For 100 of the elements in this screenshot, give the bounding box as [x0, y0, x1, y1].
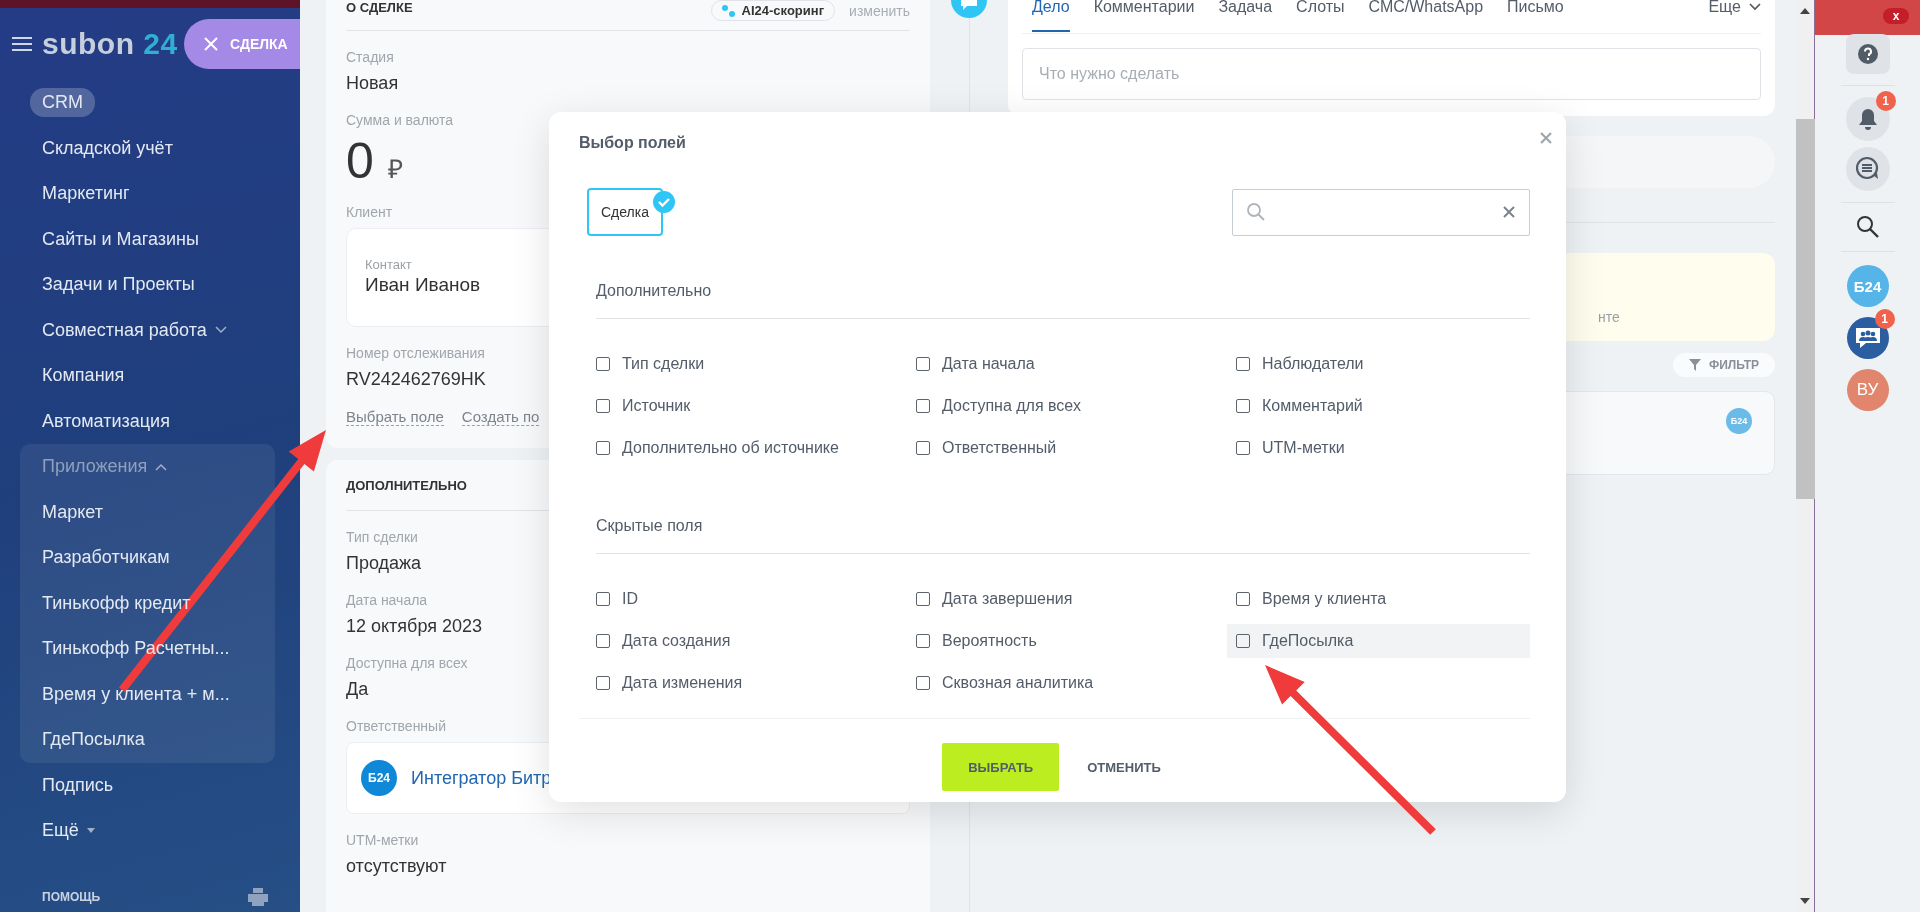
- tab[interactable]: Задача: [1218, 0, 1273, 20]
- field-label: Ответственный: [346, 718, 446, 734]
- count-badge: 1: [1874, 309, 1895, 329]
- checkbox[interactable]: [916, 592, 930, 606]
- menu-icon[interactable]: [12, 36, 32, 52]
- checkbox[interactable]: [596, 399, 610, 413]
- field-option[interactable]: Время у клиента: [1227, 582, 1530, 616]
- menu-item[interactable]: Маркетинг: [42, 183, 130, 205]
- checkbox[interactable]: [596, 592, 610, 606]
- scroll-down-icon[interactable]: [1800, 898, 1810, 904]
- field-label: UTM-метки: [346, 832, 419, 848]
- field-option[interactable]: Ответственный: [907, 431, 1227, 465]
- checkbox[interactable]: [916, 399, 930, 413]
- menu-item[interactable]: Подпись: [42, 774, 114, 796]
- field-label: Клиент: [346, 204, 393, 220]
- field-option[interactable]: Доступна для всех: [907, 389, 1227, 423]
- chat-button[interactable]: [1845, 147, 1890, 191]
- tab[interactable]: СМС/WhatsApp: [1368, 0, 1484, 20]
- help-button[interactable]: [1845, 34, 1890, 74]
- chat-icon: [951, 0, 987, 18]
- field-label: Дата начала: [346, 592, 428, 608]
- field-option[interactable]: Тип сделки: [587, 347, 907, 381]
- scroll-up-icon[interactable]: [1800, 8, 1810, 14]
- menu-item[interactable]: Сайты и Магазины: [42, 228, 199, 250]
- close-icon: [204, 37, 218, 51]
- menu-item[interactable]: Складской учёт: [42, 137, 173, 159]
- nodes-icon: [721, 4, 736, 17]
- field-option[interactable]: UTM-метки: [1227, 431, 1530, 465]
- cancel-button[interactable]: ОТМЕНИТЬ: [1081, 743, 1167, 791]
- tab[interactable]: Письмо: [1507, 0, 1564, 20]
- field-option[interactable]: Дополнительно об источнике: [587, 431, 907, 465]
- menu-item[interactable]: Совместная работа: [42, 319, 207, 341]
- notification-button[interactable]: [1845, 97, 1890, 141]
- menu-item[interactable]: ГдеПосылка: [42, 729, 145, 751]
- field-option[interactable]: Сквозная аналитика: [907, 666, 1227, 700]
- field-label: Тип сделки: [346, 529, 418, 545]
- printer-icon[interactable]: [248, 888, 268, 906]
- field-value: Новая: [346, 73, 399, 94]
- menu-item[interactable]: Ещё: [42, 820, 79, 842]
- menu-item[interactable]: Автоматизация: [42, 410, 170, 432]
- chat-list-icon: [1854, 156, 1881, 182]
- close-icon[interactable]: [1540, 132, 1552, 144]
- field-option[interactable]: Вероятность: [907, 624, 1227, 658]
- section-heading: Дополнительно: [596, 282, 1530, 319]
- tab[interactable]: Дело: [1032, 0, 1070, 32]
- select-button[interactable]: ВЫБРАТЬ: [942, 743, 1060, 791]
- chevron-icon: [1749, 3, 1761, 11]
- bell-icon: [1856, 107, 1879, 131]
- field-option[interactable]: Наблюдатели: [1227, 347, 1530, 381]
- task-input-field[interactable]: Что нужно сделать: [1022, 48, 1761, 100]
- checkbox[interactable]: [596, 634, 610, 648]
- checkbox[interactable]: [916, 634, 930, 648]
- menu-item[interactable]: Разработчикам: [42, 547, 170, 569]
- count-badge: 1: [1875, 91, 1896, 111]
- field-option[interactable]: ГдеПосылка: [1227, 624, 1530, 658]
- checkbox[interactable]: [1236, 399, 1250, 413]
- checkbox[interactable]: [1236, 357, 1250, 371]
- checkbox[interactable]: [596, 676, 610, 690]
- dashed-link[interactable]: Создать по: [461, 408, 540, 426]
- tab[interactable]: Слоты: [1296, 0, 1345, 20]
- field-option[interactable]: Дата завершения: [907, 582, 1227, 616]
- checkbox[interactable]: [916, 357, 930, 371]
- close-badge[interactable]: x: [1883, 8, 1909, 24]
- checkbox[interactable]: [1236, 592, 1250, 606]
- search-field[interactable]: [1232, 188, 1530, 236]
- field-label: Доступна для всех: [346, 655, 468, 671]
- checkbox[interactable]: [916, 676, 930, 690]
- menu-item[interactable]: Маркет: [42, 501, 103, 523]
- question-icon: [1856, 43, 1879, 65]
- funnel-icon: [1688, 359, 1701, 371]
- search-icon[interactable]: [1855, 215, 1880, 239]
- checkbox[interactable]: [1236, 441, 1250, 455]
- amount-value: 0: [346, 136, 374, 186]
- dashed-link[interactable]: Выбрать поле: [346, 408, 444, 426]
- clear-icon[interactable]: [1503, 206, 1515, 218]
- field-option[interactable]: Дата создания: [587, 624, 907, 658]
- field-option[interactable]: Комментарий: [1227, 389, 1530, 423]
- logo[interactable]: subon 24: [42, 27, 178, 61]
- field-option[interactable]: Дата изменения: [587, 666, 907, 700]
- help-link[interactable]: ПОМОЩЬ: [42, 890, 101, 904]
- checkbox[interactable]: [596, 357, 610, 371]
- field-value: отсутствуют: [346, 856, 447, 877]
- menu-item[interactable]: CRM: [30, 88, 95, 118]
- checkbox[interactable]: [1236, 634, 1250, 648]
- field-label: Сумма и валюта: [346, 112, 454, 128]
- group-chat-icon: [1853, 326, 1882, 350]
- tab[interactable]: Комментарии: [1093, 0, 1195, 20]
- checkbox[interactable]: [596, 441, 610, 455]
- section-heading: Скрытые поля: [596, 517, 1530, 554]
- more-tabs-button[interactable]: Еще: [1708, 0, 1761, 14]
- menu-item[interactable]: Компания: [42, 365, 125, 387]
- user-link[interactable]: Интегратор Битр: [411, 767, 552, 789]
- field-option[interactable]: ID: [587, 582, 907, 616]
- menu-item[interactable]: Задачи и Проекты: [42, 274, 195, 296]
- scrollbar[interactable]: [1796, 0, 1815, 912]
- checkbox[interactable]: [916, 441, 930, 455]
- menu-item[interactable]: Время у клиента + м...: [42, 683, 230, 705]
- field-option[interactable]: Источник: [587, 389, 907, 423]
- field-option[interactable]: Дата начала: [907, 347, 1227, 381]
- checkmark-icon: [653, 191, 675, 213]
